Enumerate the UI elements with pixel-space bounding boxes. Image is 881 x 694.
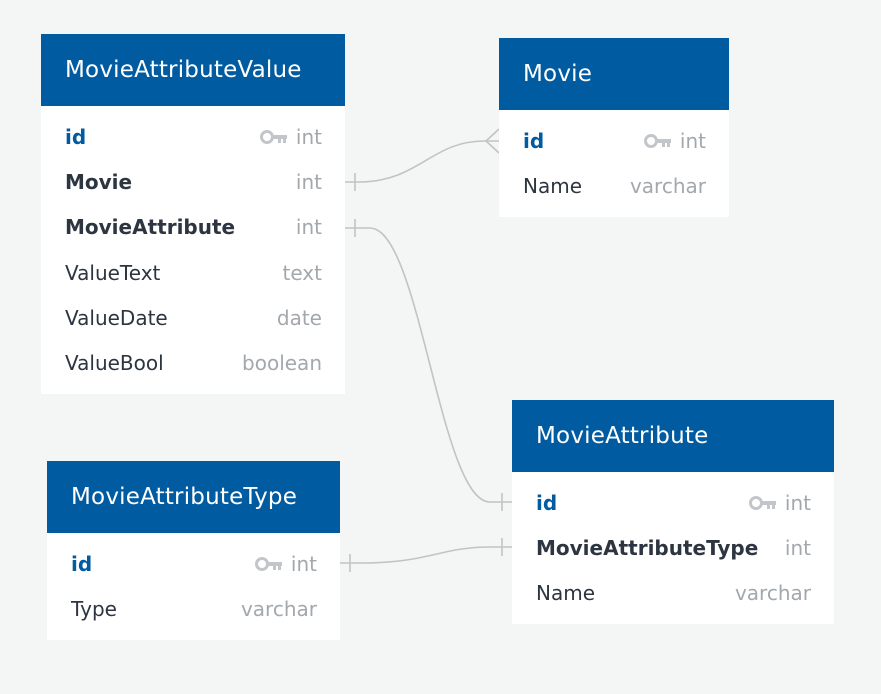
field-type: int (784, 535, 811, 560)
key-icon (259, 129, 288, 144)
key-icon (748, 495, 777, 510)
key-icon (643, 133, 672, 148)
field-type-wrapper: int (254, 551, 317, 576)
field-type: int (784, 490, 811, 515)
er-diagram-canvas: MovieAttributeValue id int Movie int Mov… (0, 0, 881, 694)
field-row[interactable]: Type varchar (47, 586, 340, 631)
table-title: MovieAttributeType (47, 461, 340, 533)
field-type-wrapper: int (748, 490, 811, 515)
field-type-wrapper: int (259, 124, 322, 149)
field-type: text (282, 260, 322, 285)
field-row[interactable]: id int (41, 114, 345, 159)
field-type: int (295, 124, 322, 149)
field-name: ValueBool (65, 351, 164, 376)
field-row[interactable]: Name varchar (512, 571, 834, 616)
field-type: int (679, 128, 706, 153)
field-list: id int Name varchar (499, 110, 729, 217)
field-row[interactable]: Name varchar (499, 163, 729, 208)
field-type: int (290, 551, 317, 576)
table-title: Movie (499, 38, 729, 110)
field-name: Name (536, 581, 596, 606)
field-row[interactable]: ValueDate date (41, 295, 345, 340)
field-row[interactable]: MovieAttributeType int (512, 525, 834, 570)
field-row[interactable]: id int (512, 480, 834, 525)
field-type: date (276, 305, 322, 330)
field-type: int (295, 215, 322, 240)
field-name: Name (523, 173, 583, 198)
field-name: Movie (65, 169, 133, 194)
field-name: Type (71, 596, 117, 621)
table-movie[interactable]: Movie id int Name varchar (499, 38, 729, 217)
field-name: ValueText (65, 260, 161, 285)
field-type: boolean (242, 351, 322, 376)
field-row[interactable]: ValueBool boolean (41, 340, 345, 385)
field-type: varchar (240, 596, 317, 621)
field-row[interactable]: id int (47, 541, 340, 586)
field-row[interactable]: ValueText text (41, 250, 345, 295)
field-name: id (536, 490, 558, 515)
field-name: ValueDate (65, 305, 168, 330)
key-icon (254, 556, 283, 571)
field-row[interactable]: MovieAttribute int (41, 205, 345, 250)
field-type: varchar (629, 173, 706, 198)
field-list: id int MovieAttributeType int Name varch… (512, 472, 834, 624)
relation-line-movie-attribute-type (340, 546, 512, 564)
field-type: varchar (734, 581, 811, 606)
table-movie-attribute[interactable]: MovieAttribute id int MovieAttributeType… (512, 400, 834, 624)
field-name: id (523, 128, 545, 153)
table-movie-attribute-value[interactable]: MovieAttributeValue id int Movie int Mov… (41, 34, 345, 394)
crow-foot-marker (484, 128, 500, 154)
field-name: id (65, 124, 87, 149)
field-type: int (295, 169, 322, 194)
field-name: id (71, 551, 93, 576)
table-title: MovieAttribute (512, 400, 834, 472)
field-list: id int Type varchar (47, 533, 340, 640)
table-title: MovieAttributeValue (41, 34, 345, 106)
field-name: MovieAttribute (65, 215, 236, 240)
relation-line-movie (345, 140, 499, 183)
relation-line-movie-attribute (345, 227, 512, 503)
field-row[interactable]: Movie int (41, 159, 345, 204)
field-type-wrapper: int (643, 128, 706, 153)
table-movie-attribute-type[interactable]: MovieAttributeType id int Type varchar (47, 461, 340, 640)
field-list: id int Movie int MovieAttribute int Valu… (41, 106, 345, 394)
field-name: MovieAttributeType (536, 535, 759, 560)
field-row[interactable]: id int (499, 118, 729, 163)
